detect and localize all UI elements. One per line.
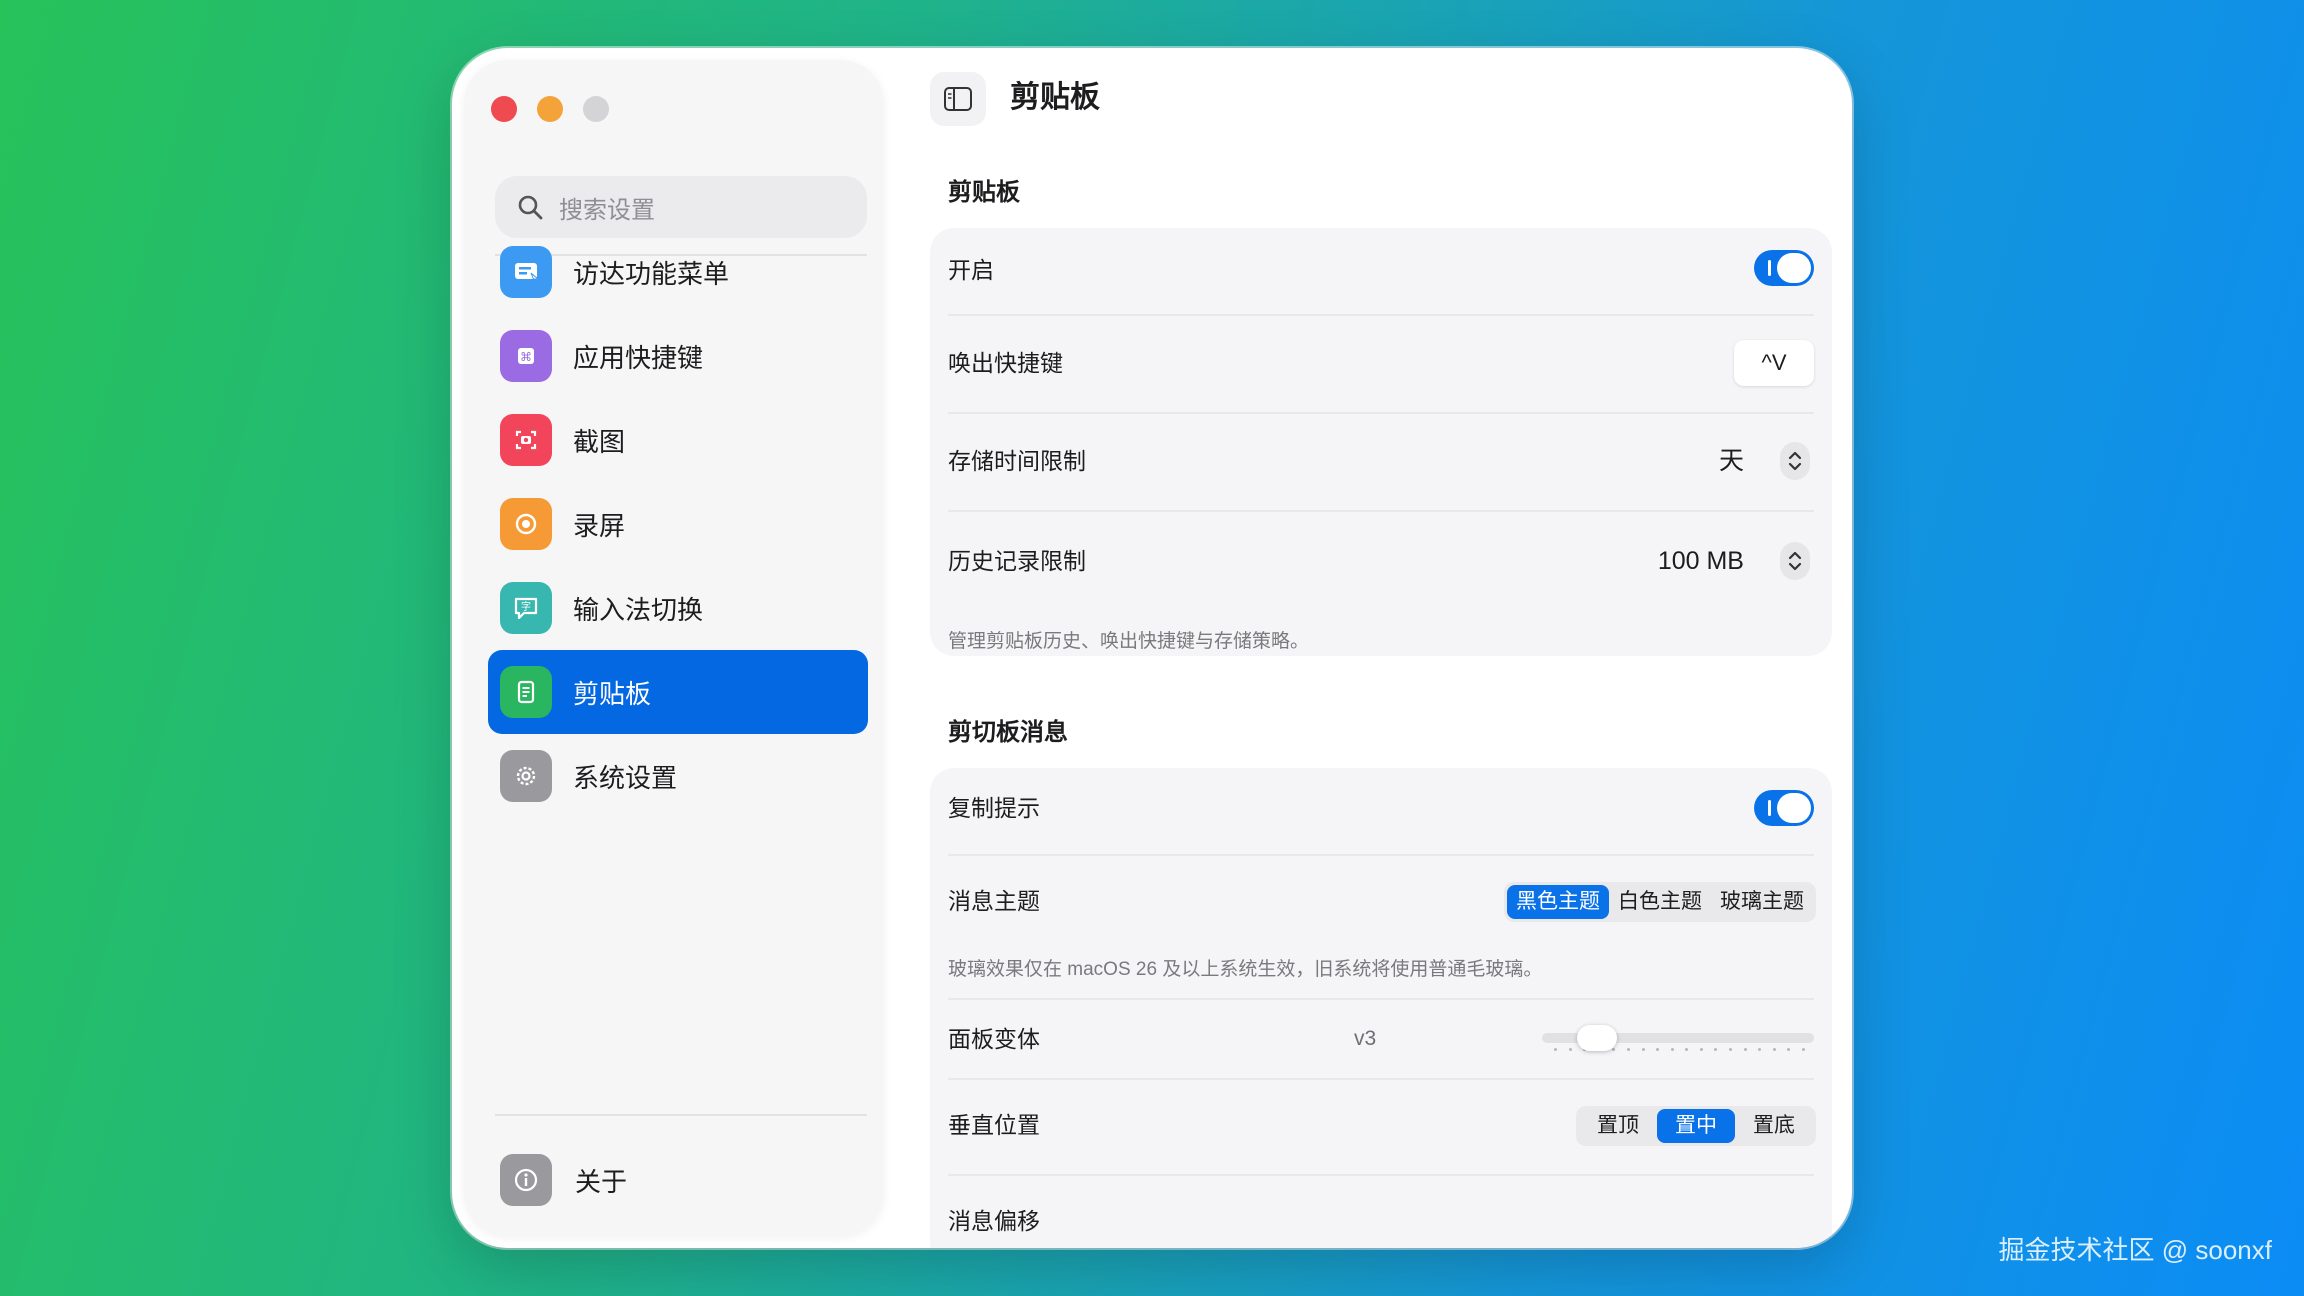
info-icon: [500, 1154, 552, 1206]
slider-tick: [1802, 1048, 1805, 1051]
sidebar-toggle-icon: [944, 87, 972, 111]
minimize-window-button[interactable]: [537, 96, 563, 122]
theme-option-dark[interactable]: 黑色主题: [1507, 885, 1609, 919]
slider-tick: [1612, 1048, 1616, 1051]
chevron-up-down-icon: [1788, 451, 1802, 471]
watermark: 掘金技术社区 @ soonxf: [1998, 1235, 2272, 1265]
app-shortcut-icon: ⌘: [500, 330, 552, 382]
gear-icon: [500, 750, 552, 802]
screenshot-icon: [500, 414, 552, 466]
sidebar-item-screenshot[interactable]: 截图: [488, 398, 868, 482]
enable-row: 开启: [930, 228, 1832, 308]
slider-tick: [1787, 1048, 1791, 1051]
variant-label: 面板变体: [948, 1026, 1040, 1052]
search-input[interactable]: 搜索设置: [495, 176, 867, 238]
toggle-sidebar-button[interactable]: [930, 72, 986, 126]
settings-window: 搜索设置 访达功能菜单 ⌘ 应用快捷键 截图 录屏 字 输入法切换 剪贴板 系统…: [452, 48, 1852, 1248]
variant-slider[interactable]: [1542, 1000, 1814, 1080]
slider-tick: [1743, 1048, 1747, 1051]
history-stepper[interactable]: [1780, 542, 1810, 580]
slider-tick: [1685, 1048, 1689, 1051]
chevron-up-down-icon: [1788, 551, 1802, 571]
sidebar-item-app-shortcut[interactable]: ⌘ 应用快捷键: [488, 314, 868, 398]
slider-tick: [1758, 1048, 1762, 1051]
theme-option-light[interactable]: 白色主题: [1609, 885, 1711, 919]
sidebar-item-screen-record[interactable]: 录屏: [488, 482, 868, 566]
slider-tick: [1772, 1048, 1776, 1051]
copy-hint-row: 复制提示: [930, 768, 1832, 848]
theme-segmented-control: 黑色主题 白色主题 玻璃主题: [1504, 882, 1816, 922]
offset-label: 消息偏移: [948, 1208, 1040, 1234]
offset-row: 消息偏移: [930, 1176, 1832, 1248]
slider-tick: [1626, 1048, 1630, 1051]
section-title-clipboard: 剪贴板: [948, 179, 1020, 206]
sidebar-item-label: 系统设置: [573, 762, 678, 793]
hotkey-recorder[interactable]: ^V: [1734, 340, 1814, 386]
history-value[interactable]: 100 MB: [1658, 544, 1744, 578]
storage-stepper[interactable]: [1780, 442, 1810, 480]
position-segmented-control: 置顶 置中 置底: [1576, 1106, 1816, 1146]
history-label: 历史记录限制: [948, 548, 1086, 574]
slider-tick: [1729, 1048, 1733, 1051]
storage-label: 存储时间限制: [948, 448, 1086, 474]
sidebar-item-about[interactable]: 关于: [496, 1138, 876, 1222]
slider-tick: [1641, 1048, 1645, 1051]
variant-value: v3: [1354, 1027, 1377, 1050]
theme-label: 消息主题: [948, 888, 1040, 914]
position-label: 垂直位置: [948, 1112, 1040, 1138]
sidebar-item-label: 应用快捷键: [573, 342, 704, 373]
sidebar: 搜索设置 访达功能菜单 ⌘ 应用快捷键 截图 录屏 字 输入法切换 剪贴板 系统…: [464, 60, 884, 1236]
copy-hint-toggle[interactable]: [1754, 790, 1814, 826]
finder-menu-icon: [500, 246, 552, 298]
close-window-button[interactable]: [491, 96, 517, 122]
storage-value[interactable]: 天: [1719, 444, 1744, 478]
enable-toggle[interactable]: [1754, 250, 1814, 286]
glass-note: 玻璃效果仅在 macOS 26 及以上系统生效，旧系统将使用普通毛玻璃。: [948, 959, 1543, 980]
slider-tick: [1714, 1048, 1718, 1051]
input-method-icon: 字: [500, 582, 552, 634]
slider-tick: [1670, 1048, 1674, 1051]
sidebar-divider: [495, 1114, 867, 1116]
svg-text:⌘: ⌘: [520, 350, 532, 364]
zoom-window-button[interactable]: [583, 96, 609, 122]
search-placeholder: 搜索设置: [559, 196, 655, 224]
hotkey-row: 唤出快捷键 ^V: [930, 316, 1832, 412]
sidebar-item-label: 剪贴板: [573, 678, 652, 709]
clipboard-caption: 管理剪贴板历史、唤出快捷键与存储策略。: [948, 631, 1310, 652]
sidebar-item-label: 录屏: [573, 510, 626, 541]
sidebar-item-label: 访达功能菜单: [573, 258, 730, 289]
sidebar-item-label: 输入法切换: [573, 594, 704, 625]
theme-row: 消息主题 黑色主题 白色主题 玻璃主题: [930, 856, 1832, 952]
enable-label: 开启: [948, 257, 994, 283]
sidebar-item-clipboard[interactable]: 剪贴板: [488, 650, 868, 734]
page-title: 剪贴板: [1010, 81, 1100, 114]
slider-tick: [1554, 1048, 1557, 1051]
position-option-top[interactable]: 置顶: [1579, 1109, 1657, 1143]
sidebar-item-label: 截图: [573, 426, 626, 457]
section-title-message: 剪切板消息: [948, 719, 1068, 746]
position-option-middle[interactable]: 置中: [1657, 1109, 1735, 1143]
clipboard-settings-group: 开启 唤出快捷键 ^V 存储时间限制 天 历史记录限制 100 MB: [930, 228, 1832, 656]
clipboard-icon: [500, 666, 552, 718]
screen-record-icon: [500, 498, 552, 550]
sidebar-item-finder-menu[interactable]: 访达功能菜单: [488, 230, 868, 314]
search-icon: [518, 195, 543, 220]
sidebar-item-input-method[interactable]: 字 输入法切换: [488, 566, 868, 650]
variant-row: 面板变体 v3: [930, 1000, 1832, 1080]
slider-tick: [1568, 1048, 1572, 1051]
slider-tick: [1656, 1048, 1660, 1051]
slider-tick: [1699, 1048, 1703, 1051]
position-option-bottom[interactable]: 置底: [1735, 1109, 1813, 1143]
copy-hint-label: 复制提示: [948, 795, 1040, 821]
history-row: 历史记录限制 100 MB: [930, 512, 1832, 608]
about-label: 关于: [575, 1166, 628, 1197]
theme-option-glass[interactable]: 玻璃主题: [1711, 885, 1813, 919]
storage-row: 存储时间限制 天: [930, 414, 1832, 510]
message-settings-group: 复制提示 消息主题 黑色主题 白色主题 玻璃主题 玻璃效果仅在 macOS 26…: [930, 768, 1832, 1248]
position-row: 垂直位置 置顶 置中 置底: [930, 1080, 1832, 1174]
slider-knob[interactable]: [1576, 1025, 1617, 1051]
svg-text:字: 字: [521, 600, 531, 613]
hotkey-label: 唤出快捷键: [948, 350, 1063, 376]
sidebar-item-system-settings[interactable]: 系统设置: [488, 734, 868, 818]
